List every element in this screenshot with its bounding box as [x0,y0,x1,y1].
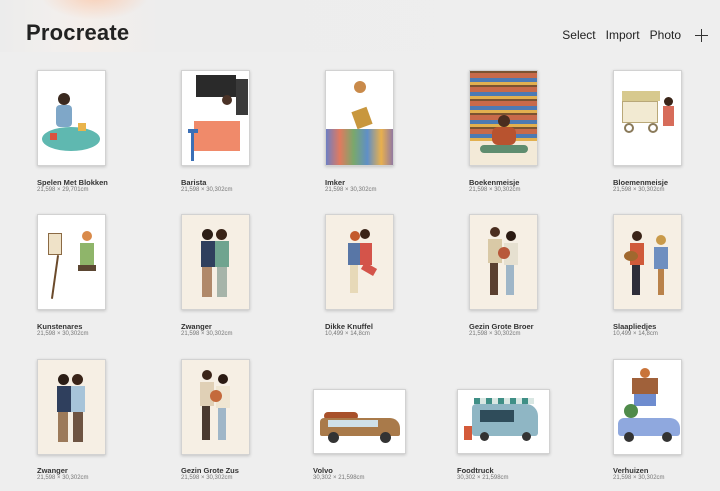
artwork-thumbnail[interactable] [181,214,250,310]
artwork-thumbnail[interactable] [37,70,106,166]
artwork-thumbnail[interactable] [37,359,106,455]
artwork-thumbnail[interactable] [469,70,538,166]
artwork-size: 21,598 × 30,302cm [613,187,665,193]
artwork-title: Foodtruck [457,466,494,475]
artwork-size: 30,302 × 21,598cm [313,475,365,481]
artwork-title: Volvo [313,466,333,475]
gallery-grid: Spelen Met Blokken 21,598 × 29,701cm Bar… [0,52,720,491]
artwork-title: Gezin Grote Broer [469,322,534,331]
artwork-size: 21,598 × 30,302cm [325,187,377,193]
artwork-size: 10,499 × 14,8cm [325,331,370,337]
artwork-size: 21,598 × 30,302cm [613,475,665,481]
artwork-title: Bloemenmeisje [613,178,669,187]
plus-icon[interactable] [695,28,708,42]
artwork-thumbnail[interactable] [37,214,106,310]
artwork-title: Kunstenares [37,322,83,331]
artwork-title: Zwanger [37,466,68,475]
artwork-size: 21,598 × 30,302cm [37,475,89,481]
artwork-size: 21,598 × 30,302cm [469,331,521,337]
artwork-size: 10,499 × 14,8cm [613,331,658,337]
artwork-size: 21,598 × 30,302cm [181,187,233,193]
artwork-title: Barista [181,178,207,187]
artwork-size: 21,598 × 30,302cm [37,331,89,337]
artwork-thumbnail[interactable] [325,214,394,310]
artwork-size: 21,598 × 30,302cm [181,475,233,481]
header-actions: Select Import Photo [552,28,708,42]
artwork-thumbnail[interactable] [181,359,250,455]
artwork-title: Zwanger [181,322,212,331]
artwork-thumbnail[interactable] [457,389,550,454]
app-title: Procreate [26,20,130,45]
artwork-title: Verhuizen [613,466,649,475]
artwork-title: Gezin Grote Zus [181,466,239,475]
artwork-size: 21,598 × 30,302cm [469,187,521,193]
artwork-thumbnail[interactable] [613,70,682,166]
artwork-size: 21,598 × 30,302cm [181,331,233,337]
photo-button[interactable]: Photo [650,28,681,42]
artwork-thumbnail[interactable] [613,214,682,310]
artwork-thumbnail[interactable] [325,70,394,166]
artwork-title: Spelen Met Blokken [37,178,108,187]
artwork-thumbnail[interactable] [181,70,250,166]
artwork-thumbnail[interactable] [613,359,682,455]
select-button[interactable]: Select [562,28,595,42]
import-button[interactable]: Import [606,28,640,42]
artwork-size: 21,598 × 29,701cm [37,187,89,193]
artwork-title: Slaapliedjes [613,322,657,331]
artwork-title: Imker [325,178,346,187]
artwork-title: Dikke Knuffel [325,322,373,331]
artwork-title: Boekenmeisje [469,178,520,187]
artwork-thumbnail[interactable] [469,214,538,310]
artwork-size: 30,302 × 21,598cm [457,475,509,481]
artwork-thumbnail[interactable] [313,389,406,454]
top-bar: Procreate Select Import Photo [0,0,720,52]
